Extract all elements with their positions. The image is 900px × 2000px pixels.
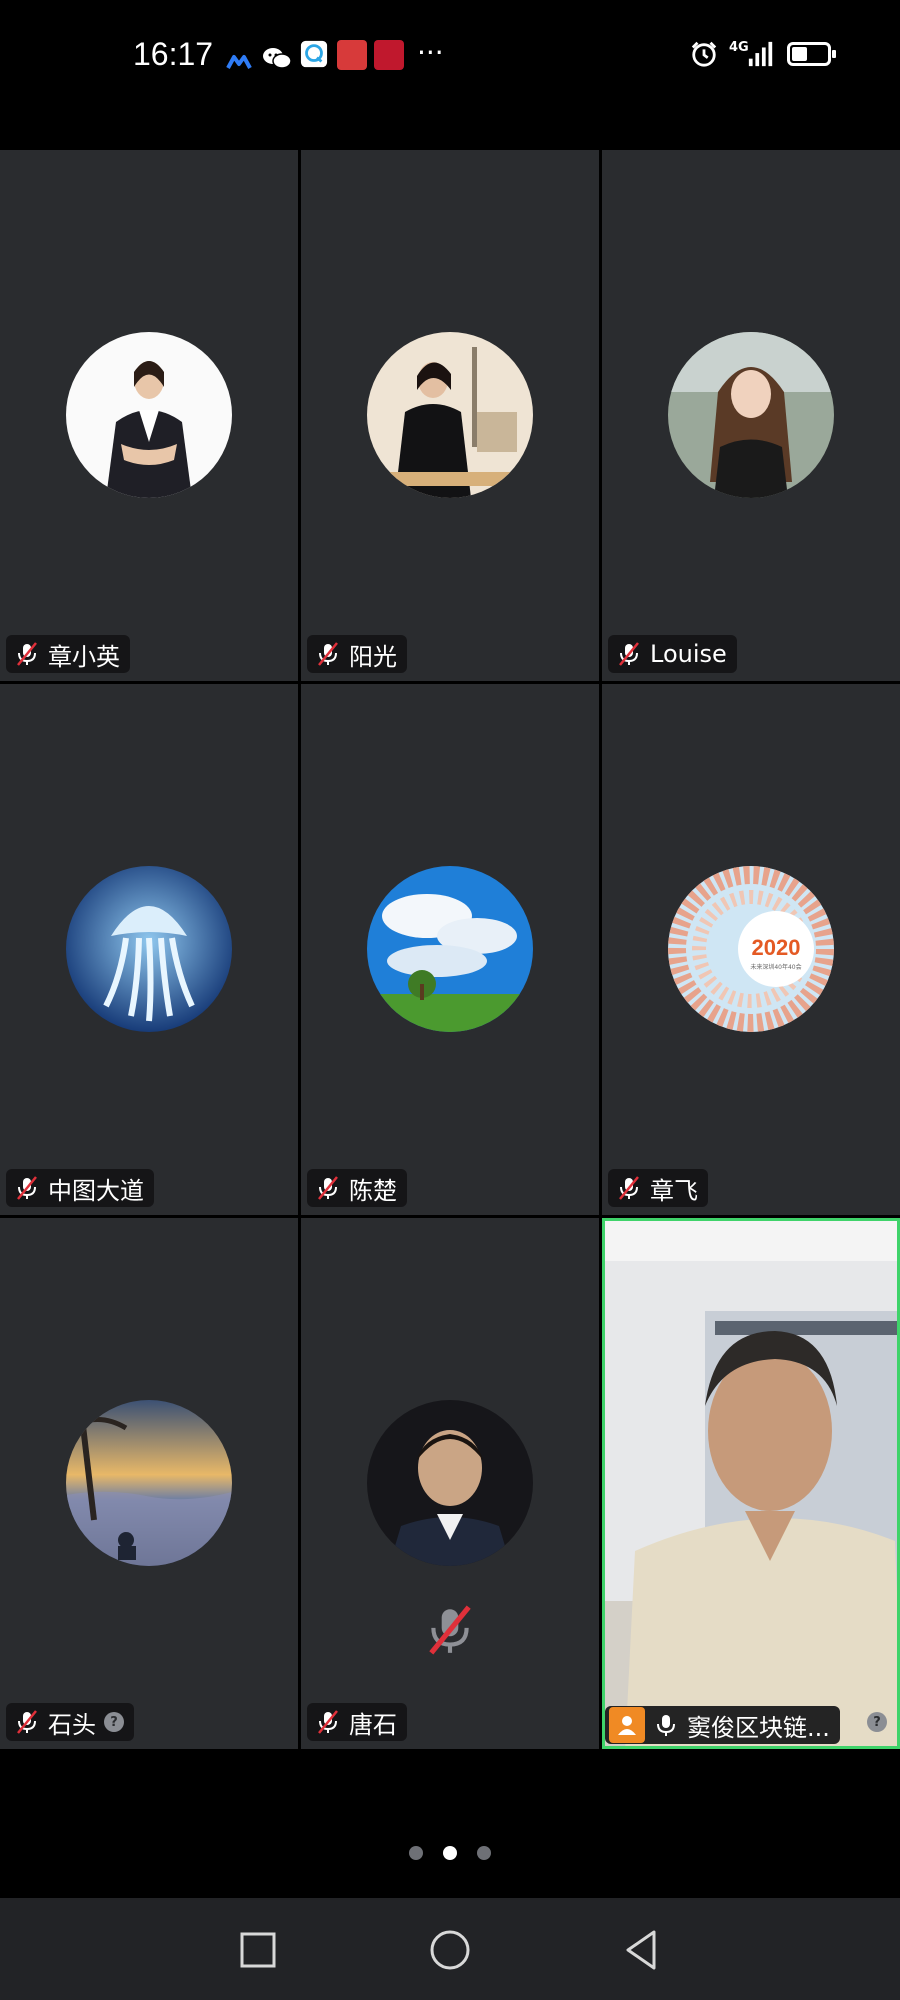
participant-avatar [66,866,232,1032]
participant-name: 阳光 [349,642,397,671]
participant-name-tag: 中图大道 [6,1169,154,1207]
network-type: 4G [729,40,749,55]
participant-tile[interactable]: 中图大道 [0,684,298,1215]
participant-name: 陈楚 [349,1176,397,1205]
app-logo-icon [226,55,252,69]
participant-name-tag: 章小英 [6,635,130,673]
participant-name-tag: 章飞 [608,1169,708,1207]
participant-name-tag: 阳光 [307,635,407,673]
participant-name: 章小英 [48,642,120,671]
participant-avatar [367,1400,533,1566]
participant-avatar: 2020 未来深圳40年40会 [668,866,834,1032]
participant-tile[interactable]: 唐石 [301,1218,599,1749]
mic-on-icon [653,1712,679,1738]
participant-tile[interactable]: 石头? [0,1218,298,1749]
participant-tile[interactable]: 章小英 [0,150,298,681]
mic-muted-icon [616,641,642,667]
participant-name-tag: Louise [608,635,737,673]
mic-muted-icon [315,1709,341,1735]
page-dot[interactable] [443,1846,457,1860]
battery-icon [787,42,836,66]
red-app-icon-2 [374,40,404,70]
participant-name: Louise [650,640,727,668]
participant-name: 窦俊区块链... [687,1713,830,1742]
signal-icon [748,41,773,67]
mic-muted-icon [616,1175,642,1201]
participant-avatar [668,332,834,498]
center-muted-mic-icon [423,1603,477,1661]
participant-tile[interactable]: 陈楚 [301,684,599,1215]
system-nav-bar [0,1898,900,2000]
unknown-status-badge: ? [867,1712,887,1732]
participant-tile[interactable]: 窦俊区块链...? [602,1218,900,1749]
mic-muted-icon [14,1709,40,1735]
page-indicator[interactable] [0,1846,900,1860]
participant-name-tag: 窦俊区块链... [605,1706,840,1744]
video-feed [605,1221,897,1746]
page-dot[interactable] [409,1846,423,1860]
participant-avatar [367,866,533,1032]
host-user-icon [609,1707,645,1743]
mic-muted-icon [315,641,341,667]
participant-name: 中图大道 [48,1176,144,1205]
mic-muted-icon [315,1175,341,1201]
more-notifications: ··· [417,36,444,69]
calendar-sub-text: 未来深圳40年40会 [750,963,801,971]
page-dot[interactable] [477,1846,491,1860]
recent-apps-button[interactable] [236,1928,280,1972]
chat-bubble-icon [300,40,328,68]
participant-tile[interactable]: Louise [602,150,900,681]
participant-name-tag: 陈楚 [307,1169,407,1207]
participant-tile[interactable]: 阳光 [301,150,599,681]
wechat-icon [263,48,292,69]
status-bar: 16:17 ··· 4G [0,0,900,115]
participant-name: 石头 [48,1710,96,1739]
participant-avatar [367,332,533,498]
participant-name-tag: 石头? [6,1703,134,1741]
home-button[interactable] [428,1928,472,1972]
participant-name: 唐石 [349,1710,397,1739]
mic-muted-icon [14,1175,40,1201]
calendar-year-text: 2020 [752,935,801,960]
mic-muted-icon [14,641,40,667]
status-time: 16:17 [133,36,214,72]
red-app-icon [337,40,367,70]
alarm-icon [691,41,717,67]
participant-name: 章飞 [650,1176,698,1205]
back-button[interactable] [620,1928,664,1972]
participant-name-tag: 唐石 [307,1703,407,1741]
participant-avatar [66,332,232,498]
participant-tile[interactable]: 2020 未来深圳40年40会章飞 [602,684,900,1215]
participant-avatar [66,1400,232,1566]
unknown-status-badge: ? [104,1712,124,1732]
